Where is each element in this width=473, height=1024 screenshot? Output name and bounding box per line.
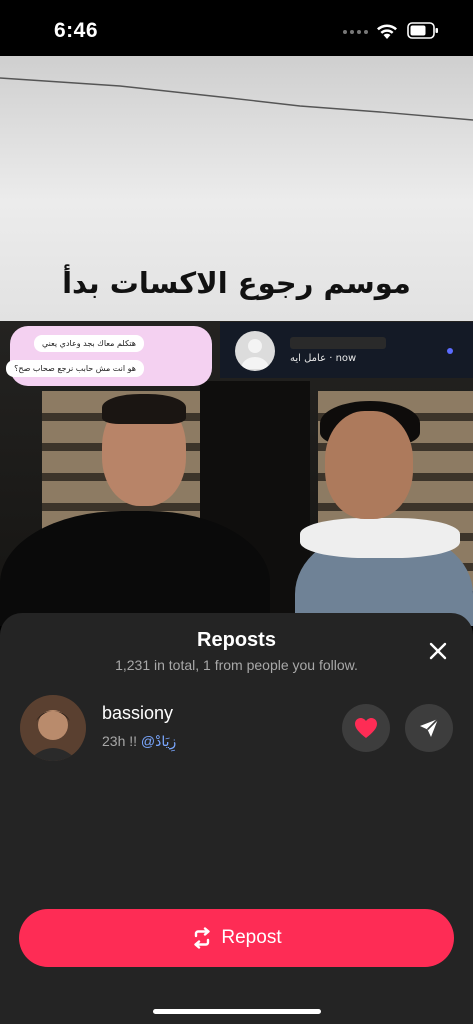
status-bar: 6:46 bbox=[0, 0, 473, 56]
wifi-icon bbox=[377, 24, 397, 39]
person-left-hair bbox=[102, 394, 186, 424]
avatar[interactable] bbox=[20, 695, 86, 761]
repost-time: 23h bbox=[102, 733, 126, 749]
send-icon bbox=[420, 718, 439, 737]
repost-label: Repost bbox=[221, 927, 282, 948]
home-indicator[interactable] bbox=[153, 1009, 321, 1014]
person-right-hood bbox=[300, 518, 460, 558]
repost-meta: 23h !! @زِيَادْ bbox=[102, 733, 176, 750]
repost-text: !! bbox=[129, 733, 138, 749]
username[interactable]: bassiony bbox=[102, 703, 173, 724]
avatar-placeholder-icon bbox=[235, 331, 275, 371]
send-button[interactable] bbox=[405, 704, 453, 752]
person-right-head bbox=[325, 411, 413, 519]
signal-dots-icon bbox=[343, 30, 368, 34]
close-icon bbox=[429, 642, 447, 660]
heart-icon bbox=[355, 718, 377, 738]
chat-line: هو انت مش حابب نرجع صحاب صح؟ bbox=[6, 360, 144, 377]
unread-dot bbox=[447, 348, 453, 354]
battery-icon bbox=[407, 22, 438, 39]
video-frame[interactable]: موسم رجوع الاكسات بدأ هتكلم معاك بجد وعا… bbox=[0, 56, 473, 626]
notification-screenshot: عامل ايه · now bbox=[220, 322, 473, 378]
sheet-title: Reposts bbox=[197, 629, 276, 651]
repost-icon bbox=[194, 927, 211, 949]
redacted-name bbox=[290, 337, 386, 349]
sheet-subtitle: 1,231 in total, 1 from people you follow… bbox=[115, 657, 358, 673]
close-button[interactable] bbox=[421, 634, 455, 668]
mention-link[interactable]: @زِيَادْ bbox=[141, 733, 176, 749]
list-item[interactable]: bassiony 23h !! @زِيَادْ bbox=[0, 693, 473, 765]
wall-crack bbox=[0, 77, 473, 121]
repost-button[interactable]: Repost bbox=[19, 909, 454, 967]
chat-line: هتكلم معاك بجد وعادي يعني bbox=[33, 335, 144, 352]
like-button[interactable] bbox=[342, 704, 390, 752]
chat-screenshot: هتكلم معاك بجد وعادي يعني هو انت مش حابب… bbox=[6, 326, 212, 386]
reposts-sheet: Reposts 1,231 in total, 1 from people yo… bbox=[0, 613, 473, 1024]
video-caption: موسم رجوع الاكسات بدأ bbox=[62, 266, 411, 300]
notification-text: عامل ايه · now bbox=[290, 353, 357, 364]
status-time: 6:46 bbox=[54, 19, 99, 42]
